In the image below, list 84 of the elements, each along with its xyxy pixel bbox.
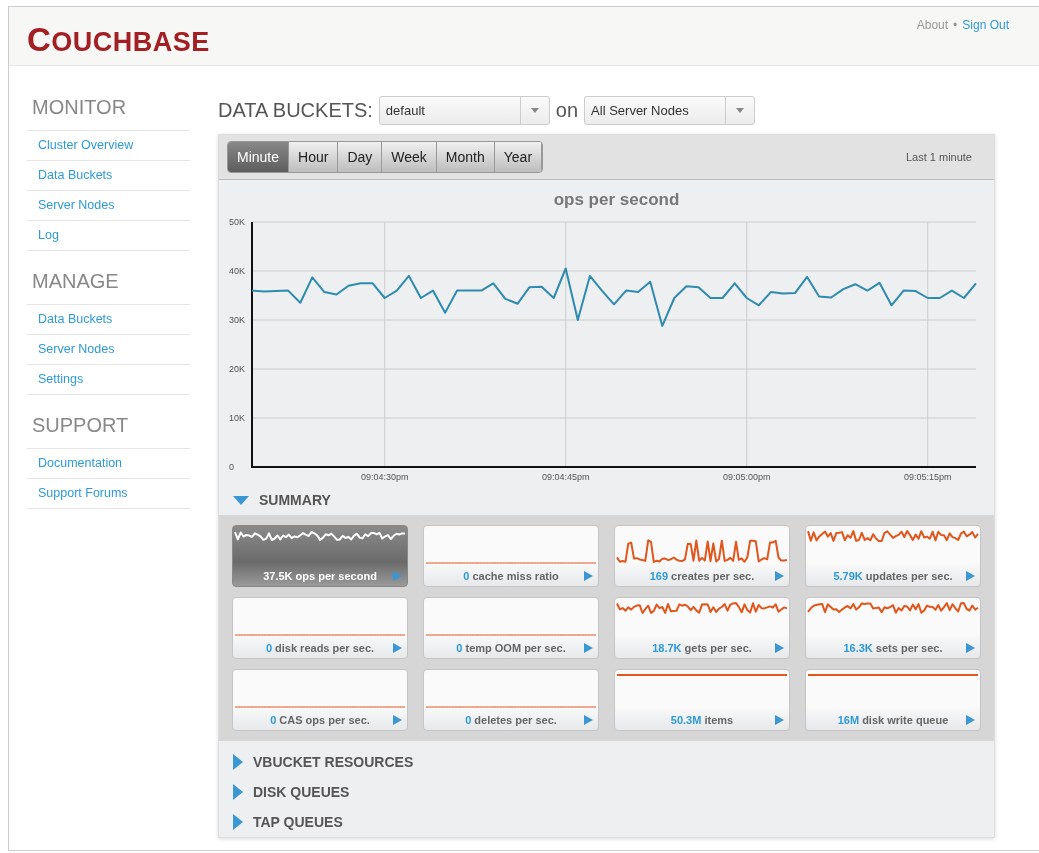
stat-tile[interactable]: 16.3K sets per sec. [805,597,981,659]
tile-label: 0 cache miss ratio [463,570,559,582]
section-heading[interactable]: VBUCKET RESOURCES [253,754,414,770]
server-nodes-dropdown[interactable]: All Server Nodes [584,96,756,125]
play-triangle-icon [966,643,975,653]
play-triangle-icon [584,715,593,725]
y-axis-label: 20K [229,364,245,374]
stat-tile[interactable]: 0 cache miss ratio [423,525,599,587]
sidebar-link[interactable]: Support Forums [27,479,190,509]
dropdown-arrow-icon [736,108,745,113]
sign-out-link[interactable]: Sign Out [962,18,1009,32]
expand-triangle-icon[interactable] [233,784,243,800]
section-heading[interactable]: SUMMARY [259,492,331,508]
bucket-dropdown[interactable]: default [378,96,550,125]
tile-label: 0 temp OOM per sec. [456,642,566,654]
tile-label: 0 disk reads per sec. [265,642,375,654]
tile-label: 16.3K sets per sec. [843,642,943,654]
x-axis-label: 09:05:15pm [903,472,952,482]
expand-triangle-icon[interactable] [233,754,243,770]
sidebar-link[interactable]: Server Nodes [27,191,190,221]
time-range-tab[interactable]: Hour [289,142,339,172]
sidebar-heading: MANAGE [32,270,120,293]
chart-title: ops per second [553,190,680,209]
tile-label: 18.7K gets per sec. [652,642,752,654]
dropdown-arrow-icon [530,108,539,113]
collapse-triangle-icon[interactable] [233,495,249,505]
stat-tile[interactable]: 0 disk reads per sec. [232,597,408,659]
x-axis-label: 09:04:30pm [360,472,409,482]
x-axis-label: 09:05:00pm [722,472,771,482]
sidebar-heading: MONITOR [32,96,128,119]
play-triangle-icon [966,571,975,581]
sidebar-link[interactable]: Data Buckets [27,161,190,191]
y-axis-label: 40K [229,266,245,276]
play-triangle-icon [393,715,402,725]
stat-tile[interactable]: 169 creates per sec. [614,525,790,587]
play-triangle-icon [393,643,402,653]
stat-tile[interactable]: 37.5K ops per second [232,525,408,587]
y-axis-label: 30K [229,315,245,325]
toolbar-label: DATA BUCKETS: [218,99,373,122]
stat-tile[interactable]: 50.3M items [614,669,790,731]
tile-label: 50.3M items [670,714,734,726]
sidebar-link[interactable]: Server Nodes [27,335,190,365]
sidebar-heading: SUPPORT [32,414,130,437]
play-triangle-icon [584,643,593,653]
expand-triangle-icon[interactable] [233,814,243,830]
time-range-tab[interactable]: Day [338,142,383,172]
play-triangle-icon [584,571,593,581]
x-axis-label: 09:04:45pm [541,472,590,482]
play-triangle-icon [775,715,784,725]
stat-tile[interactable]: 18.7K gets per sec. [614,597,790,659]
stat-tile[interactable]: 0 temp OOM per sec. [423,597,599,659]
play-triangle-icon [775,571,784,581]
play-triangle-icon [775,643,784,653]
tile-label: 169 creates per sec. [649,570,755,582]
stat-tile[interactable]: 0 CAS ops per sec. [232,669,408,731]
y-axis-label: 0 [229,462,234,472]
section-heading[interactable]: TAP QUEUES [253,814,343,830]
y-axis-label: 10K [229,413,245,423]
tile-label: 37.5K ops per second [263,570,377,582]
section-heading[interactable]: DISK QUEUES [253,784,350,800]
sidebar-link[interactable]: Data Buckets [27,305,190,335]
range-label: Last 1 minute [905,151,972,163]
stat-tile[interactable]: 5.79K updates per sec. [805,525,981,587]
time-range-tab[interactable]: Minute [228,142,290,172]
time-range-tab[interactable]: Week [382,142,437,172]
tile-label: 0 CAS ops per sec. [270,714,370,726]
time-range-tab[interactable]: Month [436,142,495,172]
toolbar-label: on [555,99,579,122]
sidebar-link[interactable]: Log [27,221,190,251]
y-axis-label: 50K [229,217,245,227]
sidebar-link[interactable]: Cluster Overview [27,131,190,161]
play-triangle-icon [966,715,975,725]
tile-label: 16M disk write queue [837,714,949,726]
separator-dot: • [953,18,958,32]
tile-label: 0 deletes per sec. [465,714,557,726]
play-triangle-icon [393,571,402,581]
stat-tile[interactable]: 16M disk write queue [805,669,981,731]
logo: COUCHBASE [27,21,210,59]
sidebar-link[interactable]: Documentation [27,449,190,479]
tile-label: 5.79K updates per sec. [833,570,953,582]
time-range-tab[interactable]: Year [494,142,543,172]
about-link[interactable]: About [916,18,949,32]
sidebar-link[interactable]: Settings [27,365,190,395]
stat-tile[interactable]: 0 deletes per sec. [423,669,599,731]
